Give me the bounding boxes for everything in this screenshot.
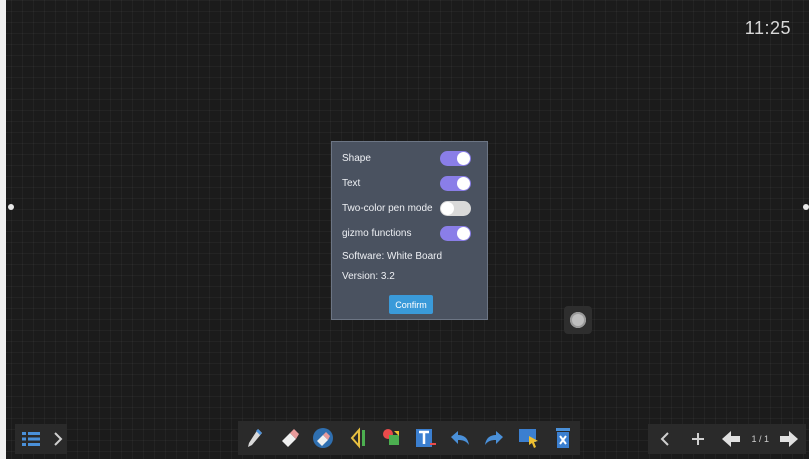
select-icon[interactable]: [516, 425, 542, 451]
left-toolbar: [15, 424, 67, 454]
version-info: Version: 3.2: [342, 271, 395, 282]
chevron-right-icon[interactable]: [49, 426, 67, 452]
menu-list-icon[interactable]: [21, 426, 41, 452]
redo-icon[interactable]: [481, 425, 507, 451]
gizmo-toggle[interactable]: [440, 225, 471, 241]
chevron-left-icon[interactable]: [652, 426, 678, 452]
left-frame-edge: [0, 0, 6, 459]
previous-page-icon[interactable]: [718, 426, 744, 452]
floating-menu-button[interactable]: [564, 306, 592, 334]
toggle-knob: [457, 176, 470, 190]
text-label: Text: [342, 177, 361, 189]
settings-dialog: Shape Text Two-color pen mode gizmo func…: [331, 141, 488, 320]
shape-toggle[interactable]: [440, 150, 471, 166]
delete-icon[interactable]: [550, 425, 576, 451]
toggle-knob: [441, 201, 454, 215]
toggle-knob: [457, 151, 470, 165]
two-color-pen-toggle-row: Two-color pen mode: [342, 198, 471, 218]
shape-icon[interactable]: [379, 425, 405, 451]
page-navigation-bar: 1 / 1: [648, 424, 806, 454]
page-indicator: 1 / 1: [751, 434, 770, 444]
floating-dot-icon: [570, 312, 586, 328]
clear-eraser-icon[interactable]: [310, 425, 336, 451]
shape-toggle-row: Shape: [342, 148, 471, 168]
text-toggle[interactable]: [440, 175, 471, 191]
text-icon[interactable]: [413, 425, 439, 451]
two-color-pen-label: Two-color pen mode: [342, 202, 433, 214]
software-info: Software: White Board: [342, 251, 443, 262]
left-edge-handle[interactable]: [8, 204, 14, 210]
two-color-pen-toggle[interactable]: [440, 200, 471, 216]
toggle-knob: [457, 226, 470, 240]
drawing-toolbar: [238, 421, 580, 455]
ruler-icon[interactable]: [345, 425, 371, 451]
text-toggle-row: Text: [342, 173, 471, 193]
next-page-icon[interactable]: [776, 426, 802, 452]
eraser-icon[interactable]: [276, 425, 302, 451]
undo-icon[interactable]: [447, 425, 473, 451]
shape-label: Shape: [342, 152, 371, 164]
clock: 11:25: [744, 18, 791, 38]
gizmo-label: gizmo functions: [342, 227, 412, 239]
right-edge-handle[interactable]: [803, 204, 809, 210]
add-page-icon[interactable]: [685, 426, 711, 452]
gizmo-toggle-row: gizmo functions: [342, 223, 471, 243]
confirm-button[interactable]: Confirm: [389, 295, 433, 314]
pen-icon[interactable]: [242, 425, 268, 451]
